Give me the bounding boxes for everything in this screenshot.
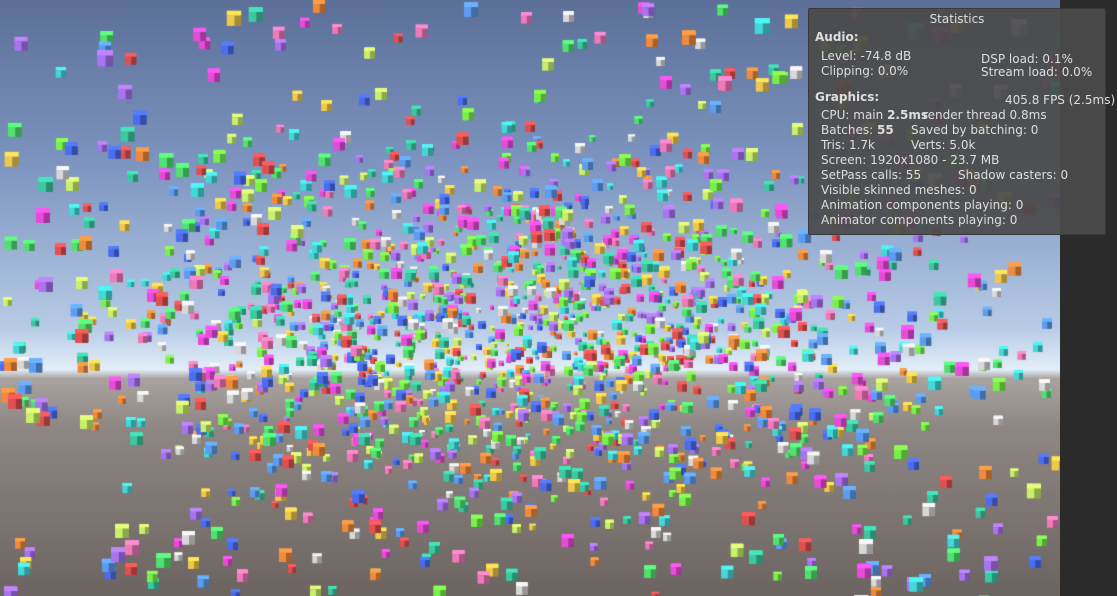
batches-label: Batches: (821, 123, 877, 137)
batches-value: 55 (877, 123, 894, 137)
graphics-animation-components: Animation components playing: 0 (821, 198, 1024, 212)
graphics-tris: Tris: 1.7k (821, 138, 875, 152)
graphics-shadow-casters: Shadow casters: 0 (958, 168, 1069, 182)
graphics-heading: Graphics: (815, 90, 880, 104)
statistics-panel: Statistics Audio: Level: -74.8 dB DSP lo… (808, 8, 1115, 235)
audio-stream-load: Stream load: 0.0% (981, 65, 1093, 79)
audio-clipping: Clipping: 0.0% (821, 64, 909, 78)
statistics-title: Statistics (929, 12, 985, 26)
graphics-setpass: SetPass calls: 55 (821, 168, 922, 182)
graphics-skinned-meshes: Visible skinned meshes: 0 (821, 183, 977, 197)
audio-heading: Audio: (815, 30, 859, 44)
audio-level: Level: -74.8 dB (821, 49, 912, 63)
graphics-saved-by-batching: Saved by batching: 0 (911, 123, 1039, 137)
cpu-label: CPU: main (821, 108, 888, 122)
graphics-fps: 405.8 FPS (2.5ms) (1005, 93, 1116, 107)
graphics-batches: Batches: 55 (821, 123, 894, 138)
graphics-verts: Verts: 5.0k (911, 138, 976, 152)
graphics-render-thread: render thread 0.8ms (923, 108, 1047, 122)
graphics-screen: Screen: 1920x1080 - 23.7 MB (821, 153, 1000, 167)
graphics-cpu: CPU: main 2.5ms (821, 108, 928, 123)
graphics-animator-components: Animator components playing: 0 (821, 213, 1018, 227)
cpu-main-value: 2.5ms (887, 108, 928, 122)
